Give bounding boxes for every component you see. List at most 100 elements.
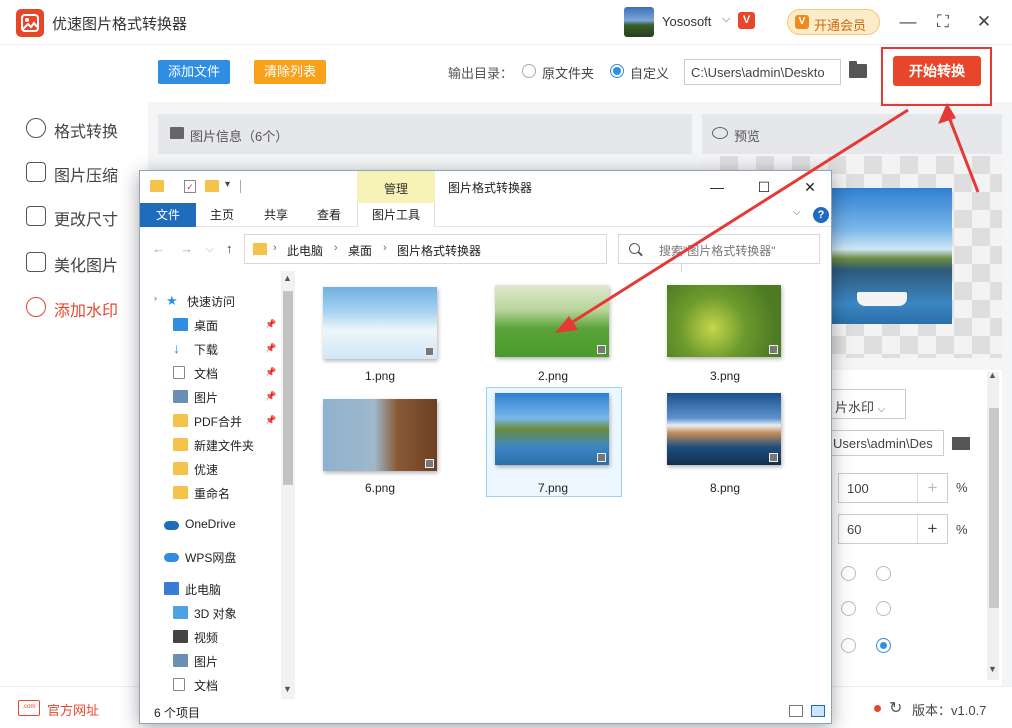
clear-list-button[interactable]: 清除列表 — [254, 60, 326, 84]
maximize-button[interactable]: ⛶ — [931, 10, 955, 34]
user-avatar[interactable] — [624, 7, 654, 37]
pin-icon[interactable]: 📌 — [265, 319, 276, 330]
new-folder-icon[interactable] — [205, 180, 219, 192]
nav-item-label: 3D 对象 — [194, 607, 237, 621]
nav-item-label: OneDrive — [185, 517, 236, 531]
chevron-down-icon[interactable]: ⌵ — [206, 244, 214, 255]
tab-file[interactable]: 文件 — [140, 203, 196, 227]
help-icon[interactable]: ? — [813, 207, 829, 223]
scroll-up-icon[interactable]: ▲ — [283, 273, 292, 283]
radio-original-folder[interactable] — [522, 64, 536, 78]
add-files-button[interactable]: 添加文件 — [158, 60, 230, 84]
user-name[interactable]: Yososoft — [662, 14, 711, 29]
file-thumbnail-6[interactable] — [323, 399, 437, 471]
plus-button[interactable]: + — [917, 515, 947, 543]
position-radio-selected[interactable] — [876, 638, 891, 653]
sidebar-item-label: 图片压缩 — [54, 168, 119, 185]
watermark-size-stepper[interactable]: 100 + — [838, 473, 948, 503]
position-radio[interactable] — [876, 601, 891, 616]
chevron-right-icon: › — [273, 242, 277, 254]
radio-custom-folder[interactable] — [610, 64, 624, 78]
sidebar-item-watermark[interactable]: 添加水印 — [26, 295, 136, 320]
scroll-down-icon[interactable]: ▼ — [283, 684, 292, 694]
file-name[interactable]: 2.png — [488, 369, 618, 383]
position-radio[interactable] — [841, 566, 856, 581]
scroll-down-icon[interactable]: ▼ — [988, 664, 997, 674]
file-thumbnail-8[interactable] — [667, 393, 781, 465]
watermark-type-value: 片水印 — [835, 400, 875, 415]
up-arrow-icon[interactable]: ↑ — [226, 241, 233, 256]
scroll-up-icon[interactable]: ▲ — [988, 370, 997, 380]
cube-icon — [173, 606, 188, 619]
folder-icon — [173, 486, 188, 499]
nav-item-label: 文档 — [194, 679, 219, 693]
close-button[interactable]: ✕ — [972, 10, 996, 34]
sidebar-item-compress[interactable]: 图片压缩 — [26, 160, 136, 185]
file-thumbnail-3[interactable] — [667, 285, 781, 357]
plus-button[interactable]: + — [917, 474, 947, 502]
chevron-down-icon[interactable]: ⌵ — [722, 13, 730, 26]
tab-manage[interactable]: 管理 — [357, 171, 435, 203]
minimize-button[interactable]: — — [705, 175, 729, 199]
file-name[interactable]: 1.png — [315, 369, 445, 383]
position-radio[interactable] — [876, 566, 891, 581]
breadcrumb-item[interactable]: 此电脑 — [287, 242, 323, 259]
minimize-button[interactable]: — — [896, 10, 920, 34]
nav-scroll-thumb[interactable] — [283, 291, 293, 485]
open-vip-button[interactable]: V 开通会员 — [787, 9, 880, 35]
ribbon: 文件 主页 共享 查看 图片工具 ⌵ ? — [140, 203, 831, 227]
sidebar: 格式转换 图片压缩 更改尺寸 美化图片 添加水印 — [0, 46, 148, 686]
pin-icon[interactable]: 📌 — [265, 415, 276, 426]
sidebar-item-beautify[interactable]: 美化图片 — [26, 250, 136, 275]
forward-arrow-icon[interactable]: → — [180, 241, 193, 256]
file-name[interactable]: 8.png — [660, 481, 790, 495]
position-radio[interactable] — [841, 601, 856, 616]
app-logo-icon — [16, 9, 44, 37]
pin-icon[interactable]: 📌 — [265, 367, 276, 378]
file-name[interactable]: 3.png — [660, 369, 790, 383]
watermark-opacity-stepper[interactable]: 60 + — [838, 514, 948, 544]
back-arrow-icon[interactable]: ← — [152, 241, 165, 256]
file-name[interactable]: 6.png — [315, 481, 445, 495]
breadcrumb-item[interactable]: 图片格式转换器 — [397, 242, 481, 259]
sidebar-item-resize[interactable]: 更改尺寸 — [26, 204, 136, 229]
chevron-down-icon[interactable]: › — [154, 293, 157, 303]
refresh-icon[interactable]: ↻ — [889, 698, 902, 718]
settings-scroll-thumb[interactable] — [989, 408, 999, 608]
chevron-down-icon[interactable]: ▾ — [225, 179, 230, 190]
search-input[interactable]: 搜索"图片格式转换器" — [618, 234, 820, 264]
tab-view[interactable]: 查看 — [309, 203, 349, 227]
file-thumbnail-7[interactable] — [495, 393, 609, 465]
video-icon — [173, 630, 188, 643]
pictures-icon — [173, 654, 188, 667]
position-radio[interactable] — [841, 638, 856, 653]
maximize-button[interactable]: ☐ — [752, 175, 776, 199]
browse-folder-icon[interactable] — [849, 61, 867, 78]
file-name[interactable]: 7.png — [488, 481, 618, 495]
nav-item-label: 图片 — [194, 391, 219, 405]
properties-icon[interactable]: ✓ — [184, 180, 196, 193]
watermark-type-select[interactable]: 片水印 ⌵ — [828, 389, 906, 419]
file-thumbnail-2[interactable] — [495, 285, 609, 357]
address-bar[interactable]: › 此电脑 › 桌面 › 图片格式转换器 ⌵ ↻ — [244, 234, 703, 272]
preview-header: 预览 — [702, 114, 1002, 154]
tab-home[interactable]: 主页 — [202, 203, 242, 227]
tab-share[interactable]: 共享 — [256, 203, 296, 227]
image-icon — [170, 127, 184, 139]
details-view-icon[interactable] — [789, 705, 803, 717]
file-thumbnail-1[interactable] — [323, 287, 437, 359]
chevron-down-icon[interactable]: ⌵ — [793, 207, 801, 218]
preview-image-boat — [857, 292, 907, 306]
browse-folder-icon[interactable] — [952, 437, 970, 450]
official-site-link[interactable]: 官方网址 — [47, 700, 99, 719]
watermark-path-input[interactable]: Users\admin\Des — [828, 430, 944, 456]
breadcrumb-item[interactable]: 桌面 — [348, 242, 372, 259]
close-button[interactable]: ✕ — [798, 175, 822, 199]
tab-picture-tools[interactable]: 图片工具 — [357, 203, 435, 227]
sidebar-item-convert[interactable]: 格式转换 — [26, 116, 136, 141]
pin-icon[interactable]: 📌 — [265, 343, 276, 354]
output-path-input[interactable]: C:\Users\admin\Deskto — [684, 59, 841, 85]
large-icons-view-icon[interactable] — [811, 705, 825, 717]
pin-icon[interactable]: 📌 — [265, 391, 276, 402]
nav-item-label: 此电脑 — [185, 583, 222, 597]
